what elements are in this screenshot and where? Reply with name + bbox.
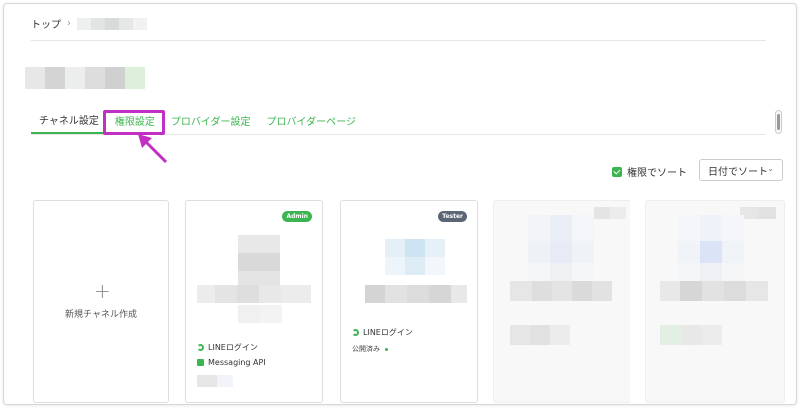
breadcrumb-provider-redacted (77, 17, 147, 30)
role-badge-admin: Admin (282, 211, 312, 222)
new-channel-card[interactable]: + 新規チャネル作成 (33, 200, 169, 403)
channel-icon-redacted (528, 215, 594, 283)
sort-by-permission-toggle[interactable]: 権限でソート (612, 164, 687, 179)
breadcrumb-home-link[interactable]: トップ (31, 16, 61, 31)
sort-order-select[interactable]: 日付でソート ⌄ (699, 159, 783, 181)
service-label: LINEログイン (208, 343, 258, 352)
header-divider (31, 40, 766, 41)
sort-select-value: 日付でソート (708, 166, 768, 178)
service-redacted (510, 325, 570, 345)
breadcrumb: トップ › (31, 16, 147, 31)
channel-name-redacted (365, 285, 467, 303)
card-gap (630, 200, 644, 404)
badge-redacted (594, 207, 626, 219)
new-channel-label: 新規チャネル作成 (65, 310, 137, 320)
channel-icon-redacted (385, 239, 445, 275)
service-redacted (660, 325, 722, 345)
sort-checkbox[interactable] (612, 166, 622, 177)
service-label: Messaging API (208, 358, 266, 367)
chevron-down-icon: ⌄ (767, 164, 774, 173)
channel-name-redacted (197, 285, 311, 303)
tab-channel-settings[interactable]: チャネル設定 (31, 112, 107, 134)
channel-meta-redacted (197, 375, 233, 387)
provider-name-redacted (25, 67, 145, 89)
role-badge-tester: Tester (438, 211, 467, 222)
publish-status: 公開済み (352, 344, 388, 354)
status-label: 公開済み (352, 345, 380, 353)
channel-desc-redacted (238, 305, 282, 323)
annotation-arrow-icon (138, 134, 168, 164)
service-line-login: LINEログイン (197, 342, 258, 353)
scrollbar-thumb[interactable] (777, 114, 780, 130)
badge-redacted (740, 207, 776, 219)
service-messaging-api: Messaging API (197, 358, 266, 367)
chat-bubble-icon (197, 359, 204, 366)
plus-icon: + (94, 279, 111, 303)
channel-icon-redacted (238, 235, 280, 289)
service-line-login: LINEログイン (352, 327, 413, 338)
tab-bar: チャネル設定 権限設定 プロバイダー設定 プロバイダーページ (31, 114, 364, 134)
channel-card[interactable]: Tester LINEログイン 公開済み (340, 200, 478, 403)
tabs-scrollbar[interactable] (775, 110, 782, 134)
channel-icon-redacted (678, 215, 744, 283)
breadcrumb-separator: › (67, 18, 71, 29)
line-login-icon (352, 329, 359, 336)
status-dot-icon (385, 347, 388, 351)
app-window: トップ › チャネル設定 権限設定 プロバイダー設定 プロバイダーページ 権限で… (3, 3, 797, 405)
line-login-icon (197, 344, 204, 351)
tab-provider-page[interactable]: プロバイダーページ (259, 113, 364, 134)
channel-card-redacted[interactable] (645, 200, 785, 403)
channel-name-redacted (660, 281, 768, 301)
tab-provider-settings[interactable]: プロバイダー設定 (163, 113, 259, 134)
sort-checkbox-label: 権限でソート (627, 168, 687, 179)
channel-name-redacted (510, 281, 612, 301)
channel-card[interactable]: Admin LINEログイン Messaging API (185, 200, 323, 403)
channel-card-redacted[interactable] (493, 200, 633, 403)
service-label: LINEログイン (363, 328, 413, 337)
